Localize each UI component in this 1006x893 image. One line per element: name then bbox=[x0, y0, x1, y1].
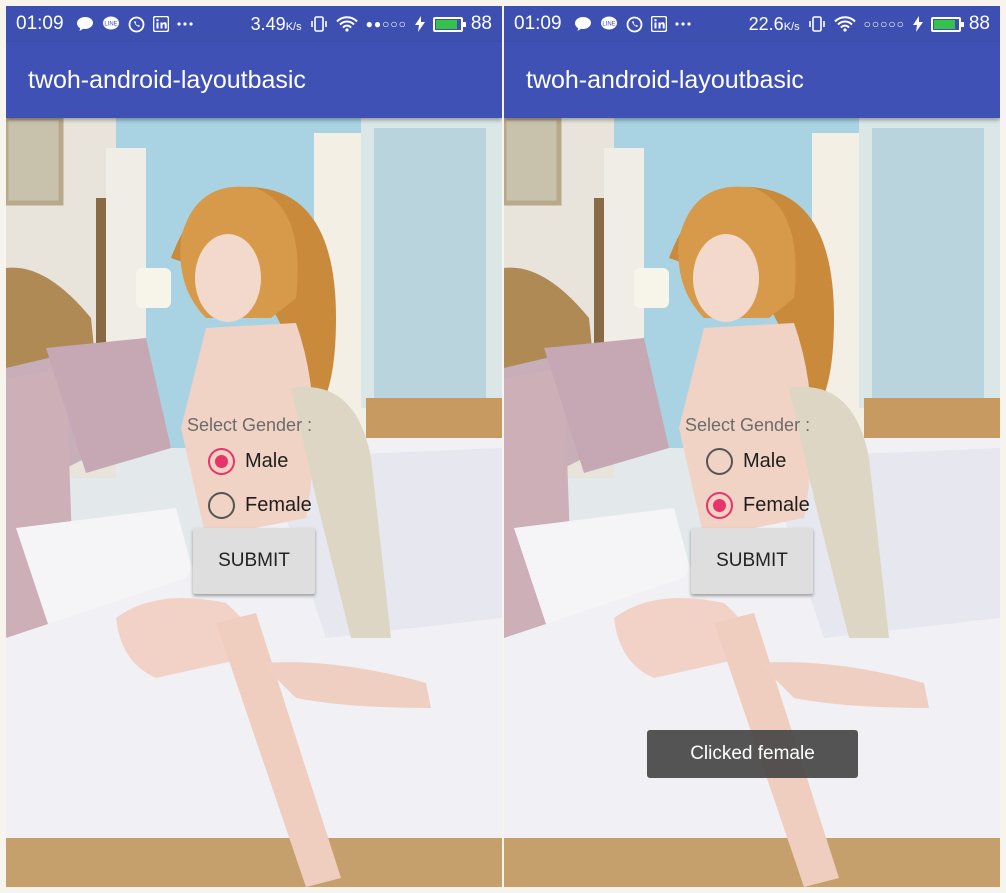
vibrate-icon bbox=[310, 16, 328, 32]
submit-button[interactable]: SUBMIT bbox=[691, 528, 813, 594]
radio-button-male[interactable] bbox=[208, 447, 235, 475]
linkedin-icon bbox=[650, 16, 667, 32]
radio-male[interactable]: Male bbox=[208, 445, 288, 477]
gender-label: Select Gender : bbox=[187, 415, 313, 435]
phone-screen-right: 01:09 LINE 22.6K/s ○○○○○ 88 twoh-android… bbox=[504, 6, 1000, 887]
signal-strength: ●●○○○ bbox=[365, 17, 407, 31]
battery-level: 88 bbox=[968, 13, 990, 34]
linkedin-icon bbox=[152, 16, 169, 32]
radio-button-male[interactable] bbox=[706, 447, 733, 475]
toast-message: Clicked female bbox=[647, 730, 858, 778]
more-dots-icon bbox=[176, 21, 193, 27]
radio-label-male: Male bbox=[743, 449, 787, 472]
gender-form: Select Gender : Male Female SUBMIT Click… bbox=[504, 118, 1000, 887]
battery-level: 88 bbox=[470, 13, 492, 34]
signal-strength: ○○○○○ bbox=[863, 17, 905, 31]
status-time: 01:09 bbox=[514, 13, 562, 34]
radio-male[interactable]: Male bbox=[706, 445, 786, 477]
line-icon: LINE bbox=[600, 16, 618, 32]
submit-button[interactable]: SUBMIT bbox=[193, 528, 315, 594]
network-speed: 3.49K/s bbox=[250, 13, 302, 34]
radio-button-female[interactable] bbox=[706, 491, 733, 519]
whatsapp-icon bbox=[128, 16, 145, 33]
line-icon: LINE bbox=[102, 16, 120, 32]
radio-female[interactable]: Female bbox=[208, 489, 312, 521]
chat-bubble-icon bbox=[76, 16, 94, 32]
app-bar: twoh-android-layoutbasic bbox=[6, 42, 502, 118]
charging-bolt-icon bbox=[414, 16, 425, 32]
battery-icon bbox=[432, 16, 466, 32]
wifi-icon bbox=[833, 16, 856, 32]
status-bar: 01:09 LINE 22.6K/s ○○○○○ 88 bbox=[504, 6, 1000, 42]
svg-text:LINE: LINE bbox=[104, 22, 117, 28]
radio-female[interactable]: Female bbox=[706, 489, 810, 521]
gender-label: Select Gender : bbox=[685, 415, 811, 435]
charging-bolt-icon bbox=[912, 16, 923, 32]
chat-bubble-icon bbox=[574, 16, 592, 32]
radio-label-female: Female bbox=[245, 493, 312, 516]
app-bar: twoh-android-layoutbasic bbox=[504, 42, 1000, 118]
phone-screen-left: 01:09 LINE 3.49K/s ●●○○○ 88 twoh-android… bbox=[6, 6, 502, 887]
vibrate-icon bbox=[808, 16, 826, 32]
wifi-icon bbox=[335, 16, 358, 32]
network-speed: 22.6K/s bbox=[748, 13, 800, 34]
svg-text:LINE: LINE bbox=[602, 22, 615, 28]
whatsapp-icon bbox=[626, 16, 643, 33]
status-bar: 01:09 LINE 3.49K/s ●●○○○ 88 bbox=[6, 6, 502, 42]
gender-form: Select Gender : Male Female SUBMIT bbox=[6, 118, 502, 887]
radio-label-male: Male bbox=[245, 449, 289, 472]
status-time: 01:09 bbox=[16, 13, 64, 34]
app-title: twoh-android-layoutbasic bbox=[526, 65, 804, 94]
radio-button-female[interactable] bbox=[208, 491, 235, 519]
app-title: twoh-android-layoutbasic bbox=[28, 65, 306, 94]
battery-icon bbox=[930, 16, 964, 32]
content-area: Select Gender : Male Female SUBMIT Click… bbox=[504, 118, 1000, 887]
more-dots-icon bbox=[674, 21, 691, 27]
content-area: Select Gender : Male Female SUBMIT bbox=[6, 118, 502, 887]
radio-label-female: Female bbox=[743, 493, 810, 516]
